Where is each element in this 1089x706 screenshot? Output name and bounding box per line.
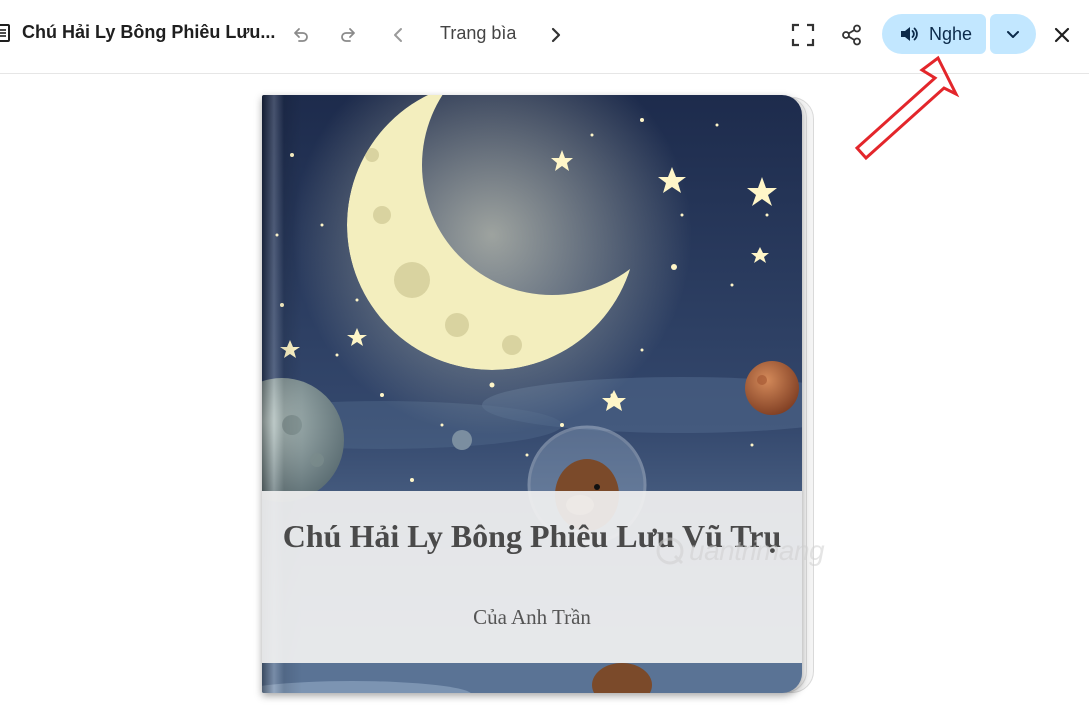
listen-options-button[interactable] [990,14,1036,54]
book-author: Của Anh Trần [473,605,591,629]
share-button[interactable] [835,18,869,52]
listen-button[interactable]: Nghe [882,14,986,54]
book-cover[interactable]: Chú Hải Ly Bông Phiêu Lưu Vũ Trụ Của Anh… [262,95,802,693]
listen-label: Nghe [929,23,973,44]
document-icon [0,24,10,42]
previous-page-button[interactable] [382,18,416,52]
current-page-label: Trang bìa [440,23,517,43]
watermark: uantrimang [655,535,825,567]
document-title: Chú Hải Ly Bông Phiêu Lưu... [22,22,276,42]
chevron-right-icon [551,27,561,43]
fullscreen-icon [791,23,815,47]
share-icon [842,24,861,46]
annotation-arrow-icon [854,55,960,161]
speaker-icon [901,27,918,41]
fullscreen-button[interactable] [786,18,820,52]
chevron-left-icon [394,28,402,42]
undo-icon [294,28,308,42]
redo-button[interactable] [332,18,366,52]
watermark-text: uantrimang [689,535,825,566]
close-button[interactable] [1045,18,1079,52]
watermark-logo-icon [656,537,684,565]
chevron-down-icon [1007,31,1019,38]
undo-button[interactable] [283,18,317,52]
close-icon [1054,27,1070,43]
redo-icon [341,28,355,42]
next-page-button[interactable] [539,18,573,52]
